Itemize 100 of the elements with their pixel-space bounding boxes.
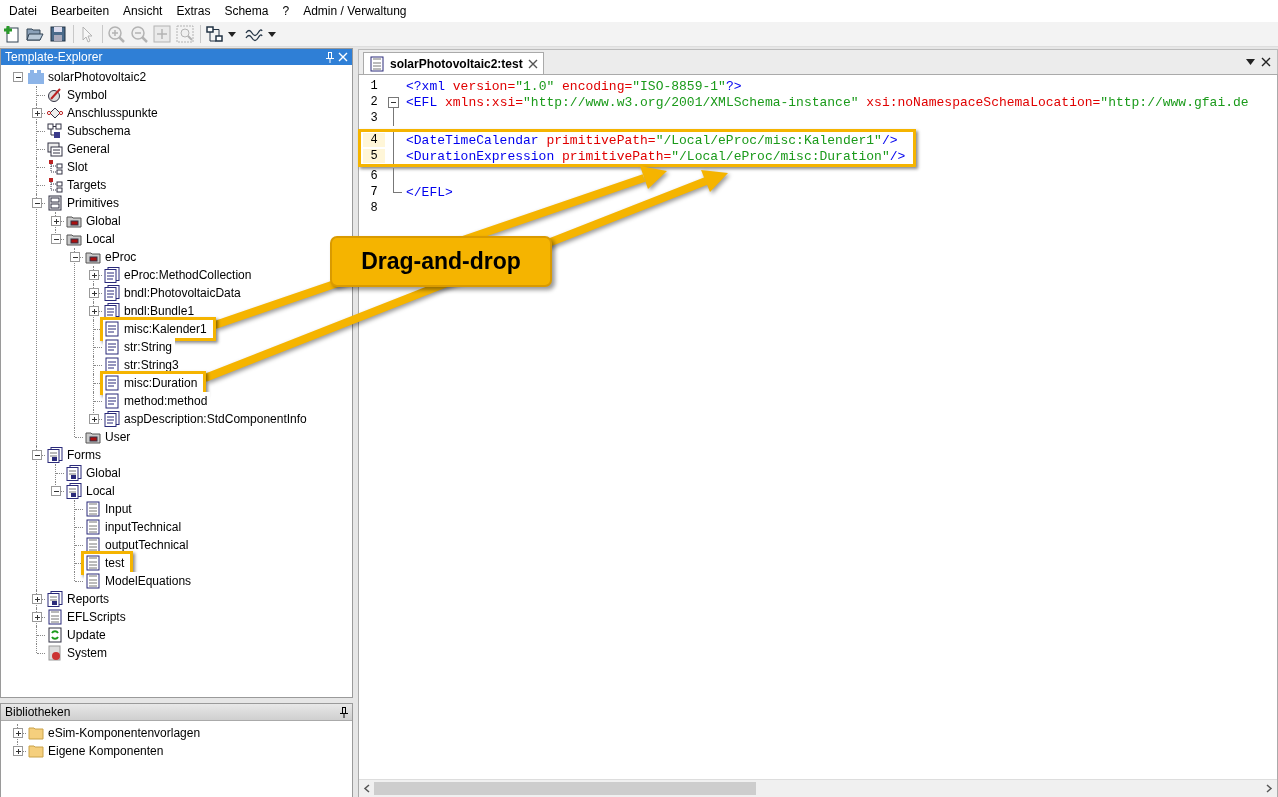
menu-item[interactable]: Datei bbox=[2, 4, 44, 18]
general-icon bbox=[47, 141, 63, 157]
code-line: <?xml version="1.0" encoding="ISO-8859-1"?> bbox=[405, 78, 742, 94]
scroll-left-icon[interactable] bbox=[363, 784, 370, 793]
system-icon bbox=[47, 645, 63, 661]
expand-toggle[interactable] bbox=[12, 746, 23, 756]
fit-view-icon bbox=[153, 25, 171, 43]
zoom-out-icon bbox=[130, 25, 148, 43]
expand-toggle[interactable] bbox=[31, 108, 42, 118]
expand-toggle[interactable] bbox=[31, 450, 42, 460]
expand-toggle[interactable] bbox=[88, 288, 99, 298]
tree-item[interactable]: misc:Duration bbox=[100, 371, 207, 395]
scroll-right-icon[interactable] bbox=[1266, 784, 1273, 793]
expand-toggle[interactable] bbox=[31, 198, 42, 208]
menu-item[interactable]: Ansicht bbox=[116, 4, 170, 18]
form-icon bbox=[85, 501, 101, 517]
menu-item[interactable]: Admin / Verwaltung bbox=[296, 4, 414, 18]
form-stack-icon bbox=[47, 447, 63, 463]
expand-toggle[interactable] bbox=[88, 306, 99, 316]
tree-item[interactable]: str:String bbox=[103, 338, 175, 356]
tree-item[interactable]: Slot bbox=[46, 158, 91, 176]
document-stack-icon bbox=[104, 267, 120, 283]
document-stack-icon bbox=[104, 411, 120, 427]
tree-item[interactable]: Update bbox=[46, 626, 109, 644]
callout-label: Drag-and-drop bbox=[330, 236, 552, 287]
document-icon bbox=[104, 375, 120, 391]
expand-toggle[interactable] bbox=[88, 270, 99, 280]
line-number: 4 bbox=[363, 133, 385, 147]
folder-icon bbox=[66, 213, 82, 229]
new-document-icon bbox=[3, 25, 21, 43]
update-icon bbox=[47, 627, 63, 643]
fold-toggle[interactable] bbox=[388, 97, 399, 108]
expand-toggle[interactable] bbox=[50, 486, 61, 496]
document-icon bbox=[104, 357, 120, 373]
expand-toggle[interactable] bbox=[50, 216, 61, 226]
expand-toggle[interactable] bbox=[31, 612, 42, 622]
tree-item[interactable]: Symbol bbox=[46, 86, 110, 104]
form-stack-icon bbox=[47, 591, 63, 607]
expand-toggle[interactable] bbox=[88, 414, 99, 424]
open-folder-icon bbox=[26, 25, 44, 43]
folder-icon bbox=[85, 249, 101, 265]
menu-item[interactable]: Bearbeiten bbox=[44, 4, 117, 18]
connector-icon bbox=[47, 105, 63, 121]
form-icon bbox=[85, 537, 101, 553]
tree-item[interactable]: EFLScripts bbox=[46, 608, 129, 626]
tree-item[interactable]: test bbox=[81, 551, 134, 575]
menu-item[interactable]: ? bbox=[275, 4, 297, 18]
tree-item[interactable]: aspDescription:StdComponentInfo bbox=[103, 410, 310, 428]
tree-item[interactable]: bndl:PhotovoltaicData bbox=[103, 284, 244, 302]
line-number: 2 bbox=[369, 95, 379, 109]
tree-item[interactable]: Subschema bbox=[46, 122, 134, 140]
toolbar-button[interactable] bbox=[26, 25, 44, 43]
expand-toggle[interactable] bbox=[12, 72, 23, 82]
folder-icon bbox=[66, 231, 82, 247]
symbol-icon bbox=[47, 87, 63, 103]
form-icon bbox=[47, 609, 63, 625]
expand-toggle[interactable] bbox=[12, 728, 23, 738]
component-icon bbox=[28, 69, 44, 85]
slot-icon bbox=[47, 177, 63, 193]
expand-toggle[interactable] bbox=[50, 234, 61, 244]
document-stack-icon bbox=[104, 285, 120, 301]
zoom-area-icon bbox=[176, 25, 194, 43]
folder-icon bbox=[85, 429, 101, 445]
caret-icon bbox=[268, 31, 276, 37]
toolbar-button[interactable] bbox=[49, 25, 67, 43]
form-icon bbox=[369, 55, 385, 72]
form-stack-icon bbox=[66, 483, 82, 499]
close-icon[interactable] bbox=[527, 58, 538, 69]
document-icon bbox=[104, 393, 120, 409]
panel-title: Bibliotheken bbox=[5, 705, 72, 719]
expand-toggle[interactable] bbox=[69, 252, 80, 262]
line-number: 5 bbox=[363, 149, 385, 163]
subschema-icon bbox=[47, 123, 63, 139]
tree-item[interactable]: misc:Kalender1 bbox=[100, 317, 216, 341]
code-line: <DurationExpression primitivePath="/Local/eProc/misc:Duration"/> bbox=[405, 148, 906, 164]
code-line: <DateTimeCalendar primitivePath="/Local/eProc/misc:Kalender1"/> bbox=[405, 132, 898, 148]
expand-toggle[interactable] bbox=[31, 594, 42, 604]
pin-icon[interactable] bbox=[340, 706, 348, 718]
scrollbar-thumb[interactable] bbox=[374, 782, 756, 795]
code-line: </EFL> bbox=[405, 184, 453, 200]
tree-item[interactable]: Primitives bbox=[46, 194, 122, 212]
line-number: 8 bbox=[369, 201, 379, 215]
line-number: 6 bbox=[369, 169, 379, 183]
document-icon bbox=[104, 321, 120, 337]
line-number: 3 bbox=[369, 111, 379, 125]
tree-item[interactable]: Input bbox=[84, 500, 135, 518]
form-icon bbox=[85, 555, 101, 571]
caret-icon bbox=[228, 31, 236, 37]
code-line: <EFL xmlns:xsi="http://www.w3.org/2001/XMLSchema-instance" xsi:noNamespaceSchemaLocation="http://www.gfai.de bbox=[405, 94, 1249, 110]
save-icon bbox=[49, 25, 67, 43]
menu-item[interactable]: Schema bbox=[217, 4, 276, 18]
horizontal-scrollbar[interactable] bbox=[359, 779, 1277, 797]
menu-item[interactable]: Extras bbox=[169, 4, 218, 18]
close-icon[interactable] bbox=[1261, 57, 1271, 67]
dropdown-icon[interactable] bbox=[1246, 59, 1255, 65]
tree-item[interactable]: System bbox=[46, 644, 110, 662]
panel-title: Template-Explorer bbox=[5, 50, 104, 64]
tree-item[interactable]: Forms bbox=[46, 446, 104, 464]
form-icon bbox=[85, 573, 101, 589]
editor-tab[interactable]: solarPhotovoltaic2:test bbox=[363, 52, 544, 74]
